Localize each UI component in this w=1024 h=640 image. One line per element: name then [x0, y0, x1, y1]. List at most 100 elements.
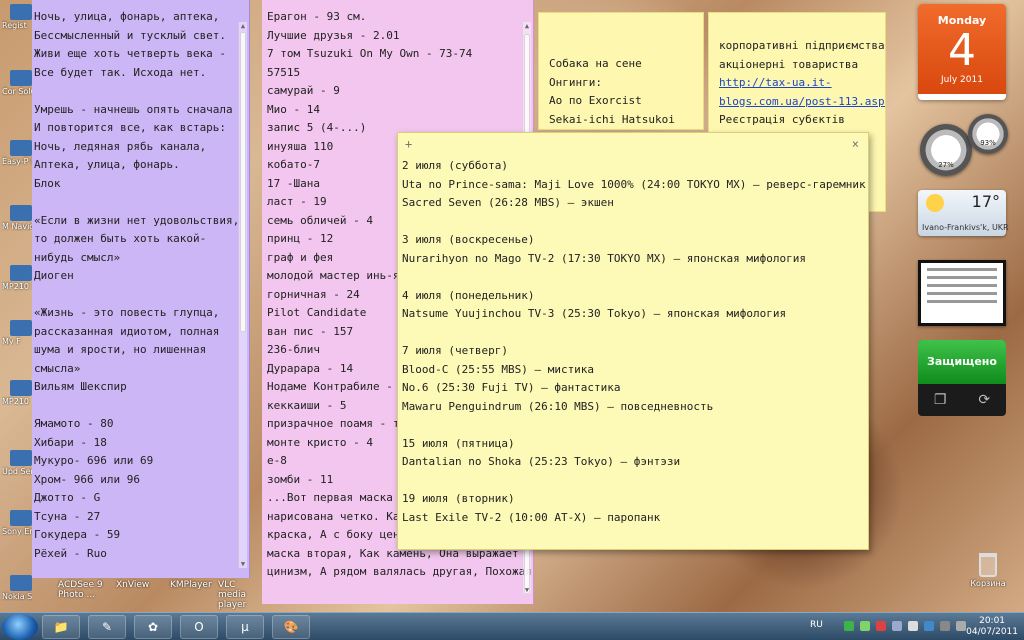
desktop-icon-label: Cor Solu: [2, 87, 32, 96]
tax-link[interactable]: http://tax-ua.it-: [719, 74, 885, 93]
note-line: 57515: [267, 65, 301, 79]
xnview-label[interactable]: XnView: [116, 580, 149, 590]
tray-power-icon[interactable]: [956, 621, 966, 631]
open-window-icon[interactable]: ❐: [934, 392, 947, 408]
clock[interactable]: 20:01 04/07/2011: [966, 616, 1018, 638]
desktop-icon[interactable]: My F: [2, 320, 32, 346]
note-line: Ямамото - 80: [34, 417, 114, 430]
sticky-note-purple[interactable]: Ночь, улица, фонарь, аптека, Бессмысленны…: [32, 0, 250, 578]
vlc-label[interactable]: VLC media player: [218, 580, 260, 610]
note-line: 15 июля (пятница): [402, 436, 515, 450]
start-button[interactable]: [2, 614, 38, 640]
note-line: Ао по Exorcist: [549, 94, 642, 107]
desktop-icon-label: Regist: [2, 21, 27, 30]
taskbar: 📁 ✎ ✿ Oµ 🎨 RU 20:01 04/07/2011: [0, 612, 1024, 640]
desktop-icon-label: M Naviga: [2, 222, 32, 231]
note-titlebar[interactable]: + ×: [398, 133, 868, 153]
slide-row: [927, 300, 997, 303]
scroll-down-arrow-icon[interactable]: ▼: [523, 586, 531, 594]
taskbar-explorer-button[interactable]: 📁: [42, 615, 80, 639]
sticky-note-main[interactable]: + × 2 июля (суббота) Uta no Prince-sama: …: [397, 132, 869, 550]
scroll-up-arrow-icon[interactable]: ▲: [239, 22, 247, 30]
tray-network-icon[interactable]: [892, 621, 902, 631]
note-line: «Жизнь - это повесть глупца,: [34, 306, 220, 319]
scroll-down-arrow-icon[interactable]: ▼: [239, 560, 247, 568]
app-icon: [10, 205, 32, 221]
purple-note-text[interactable]: Ночь, улица, фонарь, аптека, Бессмысленны…: [34, 8, 249, 563]
calendar-gadget[interactable]: Monday 4 July 2011: [918, 4, 1006, 100]
note-line: Ерагон - 93 см.: [267, 10, 367, 23]
slide-row: [927, 284, 997, 287]
taskbar-sticky-notes-button[interactable]: ✎: [88, 615, 126, 639]
sun-icon: [926, 194, 944, 212]
acdsee-label[interactable]: ACDSee 9 Photo ...: [58, 580, 110, 600]
note-line: Ночь, улица, фонарь, аптека,: [34, 10, 220, 23]
note-line: [34, 286, 249, 305]
language-indicator[interactable]: RU: [810, 620, 823, 630]
tray-bluetooth-icon[interactable]: [924, 621, 934, 631]
desktop-icon[interactable]: Upd Serv: [2, 450, 32, 476]
note-line: [402, 416, 860, 435]
note-line: Nurarihyon no Mago TV-2 (17:30 TOKYO MX)…: [402, 251, 806, 265]
recycle-bin[interactable]: Корзина: [960, 553, 1016, 588]
tax-link[interactable]: blogs.com.ua/post-113.aspx: [719, 93, 885, 112]
desktop-icon[interactable]: MP210: [2, 380, 32, 406]
taskbar-icq-button[interactable]: ✿: [134, 615, 172, 639]
app-icon: [10, 140, 32, 156]
note-line: корпоративні підприємства,: [719, 39, 886, 52]
note-line: Все будет так. Исхода нет.: [34, 65, 207, 79]
scroll-up-arrow-icon[interactable]: ▲: [523, 22, 531, 30]
note-line: 3 июля (воскресенье): [402, 233, 535, 246]
sticky-note-yellow-1[interactable]: Собака на сене Онгинги: Ао по Exorcist Seka…: [538, 12, 704, 130]
ram-dial: 93%: [968, 114, 1008, 154]
note-line: 7 июля (четверг): [402, 344, 508, 357]
slideshow-gadget[interactable]: [918, 260, 1006, 326]
app-icon: [10, 450, 32, 466]
cpu-meter-gadget[interactable]: 27% 93%: [918, 114, 1010, 184]
desktop-icons: Regist Cor Solu Easy-P E M Naviga MP210 Элек…: [0, 0, 32, 612]
note-line: Умрешь - начнешь опять сначала: [34, 102, 233, 116]
note-line: Blood-C (25:55 MBS) — мистика: [402, 362, 595, 376]
desktop-icon-label: Easy-P E: [2, 157, 32, 166]
desktop-icon-label: MP210 Электр: [2, 282, 32, 291]
add-note-icon[interactable]: +: [405, 135, 412, 154]
tray-antivirus-icon[interactable]: [876, 621, 886, 631]
note-line: 7 том Tsuzuki On My Own - 73-74: [267, 47, 473, 60]
scroll-thumb[interactable]: [240, 32, 246, 332]
desktop-icon[interactable]: MP210 Электр: [2, 265, 32, 291]
taskbar-paint-button[interactable]: 🎨: [272, 615, 310, 639]
note-line: Uta no Prince-sama: Maji Love 1000% (24:…: [402, 177, 866, 191]
tray-volume-icon[interactable]: [908, 621, 918, 631]
desktop-icon-label: My F: [2, 337, 21, 346]
desktop-icon-label: Upd Serv: [2, 467, 32, 476]
kmplayer-label[interactable]: KMPlayer: [170, 580, 212, 590]
main-note-text[interactable]: 2 июля (суббота) Uta no Prince-sama: Maji…: [402, 157, 866, 527]
note-line: смысла»: [34, 361, 81, 375]
desktop-icon[interactable]: Easy-P E: [2, 140, 32, 166]
close-icon[interactable]: ×: [852, 135, 859, 154]
note-line: Лучшие друзья - 2.01: [267, 28, 400, 42]
note-line: «Если в жизни нет удовольствия,: [34, 213, 240, 227]
tray-flag-icon[interactable]: [940, 621, 950, 631]
tray-app-icon[interactable]: [844, 621, 854, 631]
desktop-icon[interactable]: Cor Solu: [2, 70, 32, 96]
note-line: [402, 268, 860, 287]
note-line: Живи еще хоть четверть века -: [34, 47, 227, 60]
desktop-icon[interactable]: Regist: [2, 4, 32, 30]
purple-note-scrollbar[interactable]: ▲ ▼: [238, 22, 247, 568]
note-line: Mawaru Penguindrum (26:10 MBS) — повседн…: [402, 399, 714, 413]
refresh-icon[interactable]: ⟳: [978, 392, 990, 408]
cpu-dial: 27%: [920, 124, 972, 176]
yellow-note-1-text[interactable]: Собака на сене Онгинги: Ао по Exorcist Seka…: [549, 55, 703, 129]
note-line: Блок: [34, 176, 61, 190]
antivirus-gadget[interactable]: Защищено ❐ ⟳: [918, 340, 1006, 416]
note-line: шума и ярости, но лишенная: [34, 343, 207, 356]
desktop-icon-label: Sony Ericsso: [2, 527, 32, 536]
desktop-icon[interactable]: M Naviga: [2, 205, 32, 231]
weather-gadget[interactable]: 17° Ivano-Frankivs'k, UKR: [918, 190, 1009, 236]
tray-app-icon[interactable]: [860, 621, 870, 631]
taskbar-opera-button[interactable]: O: [180, 615, 218, 639]
clock-time: 20:01: [979, 616, 1006, 626]
taskbar-utorrent-button[interactable]: µ: [226, 615, 264, 639]
desktop-icon[interactable]: Sony Ericsso: [2, 510, 32, 536]
